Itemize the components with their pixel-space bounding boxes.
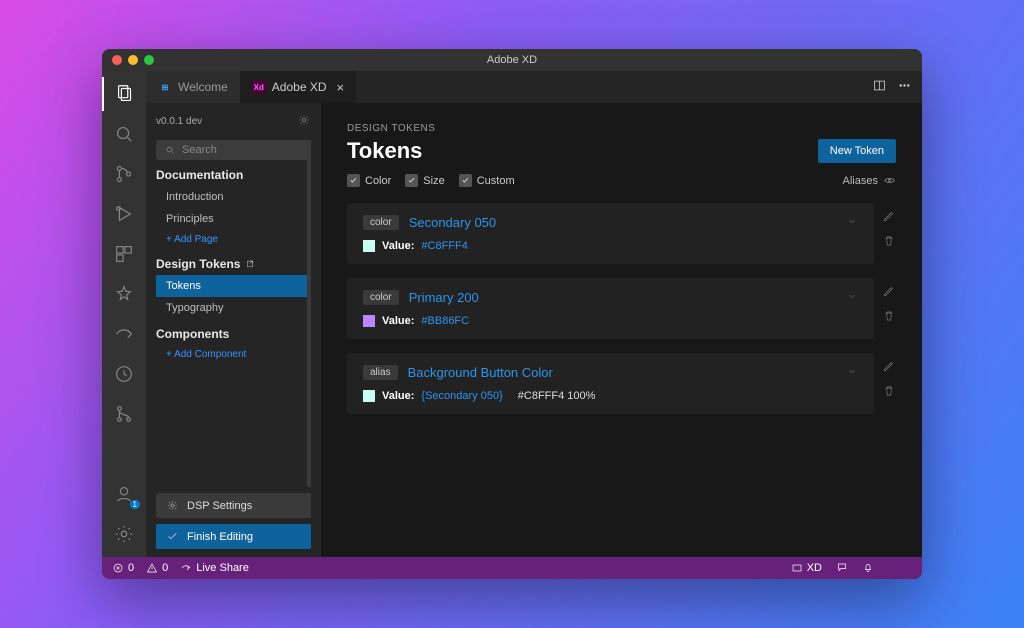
activity-share-icon[interactable] — [102, 317, 146, 351]
token-row: color Secondary 050 Value: #C8FFF4 — [347, 203, 896, 264]
activity-debug-icon[interactable] — [102, 197, 146, 231]
sidebar-item-tokens[interactable]: Tokens — [156, 275, 311, 297]
close-window-icon[interactable] — [112, 55, 122, 65]
token-tag: alias — [363, 365, 398, 380]
more-actions-icon[interactable] — [897, 78, 912, 96]
section-design-tokens: Design Tokens — [156, 257, 311, 271]
activity-star-icon[interactable] — [102, 277, 146, 311]
token-card-secondary-050[interactable]: color Secondary 050 Value: #C8FFF4 — [347, 203, 874, 264]
app-window: Adobe XD — [102, 49, 922, 579]
token-tag: color — [363, 215, 399, 230]
chevron-down-icon[interactable] — [846, 290, 858, 305]
value-label: Value: — [382, 240, 414, 252]
close-tab-icon[interactable]: × — [337, 80, 345, 95]
search-input[interactable]: Search — [156, 140, 311, 160]
dsp-sidebar: v0.0.1 dev Search Documentation Introduc… — [146, 103, 321, 557]
filter-custom[interactable]: Custom — [459, 174, 515, 187]
activity-git-merge-icon[interactable] — [102, 397, 146, 431]
token-value: #C8FFF4 — [421, 240, 467, 252]
status-warnings[interactable]: 0 — [146, 562, 168, 574]
error-icon — [112, 562, 124, 574]
titlebar: Adobe XD — [102, 49, 922, 71]
filter-color[interactable]: Color — [347, 174, 391, 187]
color-swatch — [363, 315, 375, 327]
activity-settings-gear-icon[interactable] — [102, 517, 146, 551]
zoom-window-icon[interactable] — [144, 55, 154, 65]
activity-clock-icon[interactable] — [102, 357, 146, 391]
feedback-icon[interactable] — [836, 561, 848, 576]
value-label: Value: — [382, 390, 414, 402]
section-eyebrow: DESIGN TOKENS — [347, 123, 896, 134]
edit-icon[interactable] — [882, 359, 896, 376]
token-name: Secondary 050 — [409, 215, 496, 230]
page-title: Tokens — [347, 138, 422, 164]
add-component-link[interactable]: + Add Component — [156, 345, 311, 364]
minimize-window-icon[interactable] — [128, 55, 138, 65]
tab-label: Welcome — [178, 80, 228, 94]
section-documentation: Documentation — [156, 168, 311, 182]
token-card-background-button-color[interactable]: alias Background Button Color Value: {Se… — [347, 353, 874, 414]
token-value: #BB86FC — [421, 315, 469, 327]
new-token-button[interactable]: New Token — [818, 139, 896, 163]
filter-group: Color Size Custom — [347, 174, 515, 187]
token-tag: color — [363, 290, 399, 305]
finish-editing-button[interactable]: Finish Editing — [156, 524, 311, 549]
token-resolved-value: #C8FFF4 100% — [518, 390, 596, 402]
status-bar: 0 0 Live Share XD — [102, 557, 922, 579]
eye-icon — [883, 174, 896, 187]
token-name: Background Button Color — [408, 365, 553, 380]
section-components: Components — [156, 327, 311, 341]
tab-adobe-xd[interactable]: Xd Adobe XD × — [240, 71, 356, 103]
split-editor-icon[interactable] — [872, 78, 887, 96]
activity-extensions-icon[interactable] — [102, 237, 146, 271]
trash-icon[interactable] — [882, 384, 896, 401]
token-alias-ref: {Secondary 050} — [421, 390, 502, 402]
dsp-settings-button[interactable]: DSP Settings — [156, 493, 311, 518]
activity-search-icon[interactable] — [102, 117, 146, 151]
sidebar-item-typography[interactable]: Typography — [156, 297, 311, 319]
search-placeholder: Search — [182, 144, 217, 156]
token-row: color Primary 200 Value: #BB86FC — [347, 278, 896, 339]
value-label: Value: — [382, 315, 414, 327]
token-row: alias Background Button Color Value: {Se… — [347, 353, 896, 414]
add-page-link[interactable]: + Add Page — [156, 230, 311, 249]
tab-label: Adobe XD — [272, 80, 327, 94]
vscode-icon: ⊞ — [158, 80, 172, 94]
trash-icon[interactable] — [882, 234, 896, 251]
traffic-lights — [112, 55, 154, 65]
activity-account-icon[interactable] — [102, 477, 146, 511]
editor-tabs: ⊞ Welcome Xd Adobe XD × — [146, 71, 922, 103]
activity-source-control-icon[interactable] — [102, 157, 146, 191]
warning-icon — [146, 562, 158, 574]
token-name: Primary 200 — [409, 290, 479, 305]
activity-explorer-icon[interactable] — [102, 77, 146, 111]
gear-icon[interactable] — [297, 113, 311, 130]
main-content: DESIGN TOKENS Tokens New Token Color Siz… — [321, 103, 922, 557]
edit-icon[interactable] — [882, 284, 896, 301]
xd-icon: Xd — [252, 80, 266, 94]
status-errors[interactable]: 0 — [112, 562, 134, 574]
sidebar-item-principles[interactable]: Principles — [156, 208, 311, 230]
live-share-icon — [180, 562, 192, 574]
filter-size[interactable]: Size — [405, 174, 444, 187]
edit-icon[interactable] — [882, 209, 896, 226]
sidebar-item-introduction[interactable]: Introduction — [156, 186, 311, 208]
chevron-down-icon[interactable] — [846, 365, 858, 380]
scrollbar[interactable] — [307, 140, 311, 487]
aliases-toggle[interactable]: Aliases — [843, 174, 896, 187]
token-card-primary-200[interactable]: color Primary 200 Value: #BB86FC — [347, 278, 874, 339]
color-swatch — [363, 240, 375, 252]
bell-icon[interactable] — [862, 561, 874, 576]
version-label: v0.0.1 dev — [156, 116, 202, 127]
color-swatch — [363, 390, 375, 402]
external-link-icon — [245, 259, 256, 270]
activity-bar — [102, 71, 146, 557]
panel-icon — [791, 562, 803, 574]
status-xd[interactable]: XD — [791, 562, 822, 574]
trash-icon[interactable] — [882, 309, 896, 326]
chevron-down-icon[interactable] — [846, 215, 858, 230]
window-title: Adobe XD — [487, 54, 537, 66]
status-live-share[interactable]: Live Share — [180, 562, 249, 574]
tab-welcome[interactable]: ⊞ Welcome — [146, 71, 240, 103]
